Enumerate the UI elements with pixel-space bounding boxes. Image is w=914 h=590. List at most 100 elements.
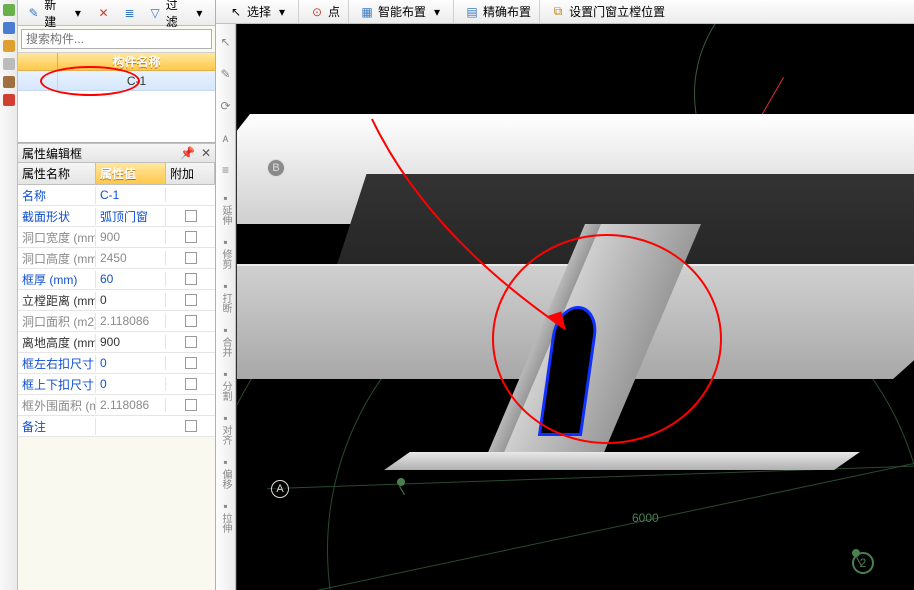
viewport-tool-button[interactable]: ᴀ bbox=[218, 124, 234, 152]
property-name: 离地高度 (mm) bbox=[18, 334, 96, 351]
checkbox-icon[interactable] bbox=[185, 420, 197, 432]
property-row[interactable]: 截面形状弧顶门窗 bbox=[18, 206, 215, 227]
delete-icon: ✕ bbox=[96, 5, 112, 21]
property-name: 框外围面积 (m2 bbox=[18, 397, 96, 414]
palette-brown-icon bbox=[3, 76, 15, 88]
property-value[interactable]: 2.118086 bbox=[96, 314, 166, 328]
viewport-tool-button[interactable]: ▪偏移 bbox=[218, 452, 234, 492]
property-value[interactable]: 2.118086 bbox=[96, 398, 166, 412]
property-row[interactable]: 框外围面积 (m22.118086 bbox=[18, 395, 215, 416]
close-icon[interactable]: ✕ bbox=[201, 146, 211, 160]
floor-edge bbox=[384, 452, 860, 470]
window-pos-icon: ⧉ bbox=[550, 4, 566, 20]
checkbox-icon[interactable] bbox=[185, 294, 197, 306]
property-extra-cell bbox=[166, 315, 215, 327]
precise-layout-label: 精确布置 bbox=[483, 3, 531, 20]
viewport-3d[interactable]: B A 2 6000 bbox=[236, 24, 914, 590]
component-search-input[interactable] bbox=[21, 29, 212, 49]
property-value[interactable]: 900 bbox=[96, 335, 166, 349]
property-row[interactable]: 名称C-1 bbox=[18, 185, 215, 206]
component-list-item[interactable]: C-1 bbox=[18, 71, 215, 91]
property-value[interactable]: 60 bbox=[96, 272, 166, 286]
property-row[interactable]: 框左右扣尺寸 (0 bbox=[18, 353, 215, 374]
grid-point bbox=[852, 549, 860, 557]
property-panel-title: 属性编辑框 bbox=[22, 145, 82, 162]
checkbox-icon[interactable] bbox=[185, 336, 197, 348]
property-name: 立樘距离 (mm) bbox=[18, 292, 96, 309]
viewport-tool-button[interactable]: ✎ bbox=[218, 60, 234, 88]
smart-layout-button[interactable]: ▦ 智能布置 ▾ bbox=[355, 1, 449, 22]
checkbox-icon[interactable] bbox=[185, 210, 197, 222]
axis-label-a: A bbox=[271, 480, 289, 498]
property-row[interactable]: 框上下扣尺寸 (0 bbox=[18, 374, 215, 395]
component-item-label: C-1 bbox=[58, 74, 215, 88]
delete-button[interactable]: ✕ bbox=[92, 3, 116, 23]
tool-icon: ᴀ bbox=[223, 131, 229, 145]
checkbox-icon[interactable] bbox=[185, 315, 197, 327]
checkbox-icon[interactable] bbox=[185, 231, 197, 243]
window-pos-label: 设置门窗立樘位置 bbox=[569, 3, 665, 20]
filter-icon: ▽ bbox=[148, 5, 163, 21]
smart-layout-label: 智能布置 bbox=[378, 3, 426, 20]
viewport-tool-button[interactable]: ▪延伸 bbox=[218, 188, 234, 228]
tool-icon: ↖ bbox=[220, 35, 230, 49]
tool-icon: ▪ bbox=[223, 279, 227, 293]
property-grid: 名称C-1截面形状弧顶门窗洞口宽度 (mm)900洞口高度 (mm)2450框厚… bbox=[18, 185, 215, 437]
checkbox-icon[interactable] bbox=[185, 399, 197, 411]
viewport-tool-button[interactable]: ≡ bbox=[218, 156, 234, 184]
viewport-tool-button[interactable]: ▪对齐 bbox=[218, 408, 234, 448]
viewport-tool-button[interactable]: ▪合并 bbox=[218, 320, 234, 360]
tool-label: 分割 bbox=[218, 381, 233, 401]
point-button[interactable]: ⊙ 点 bbox=[305, 1, 344, 22]
viewport-tool-button[interactable]: ▪修剪 bbox=[218, 232, 234, 272]
property-extra-cell bbox=[166, 420, 215, 432]
property-value[interactable]: 0 bbox=[96, 377, 166, 391]
property-value[interactable]: C-1 bbox=[96, 188, 166, 202]
dropdown-icon: ▾ bbox=[192, 5, 207, 21]
viewport-tool-button[interactable]: ↖ bbox=[218, 28, 234, 56]
viewport-tool-button[interactable]: ▪打断 bbox=[218, 276, 234, 316]
property-row[interactable]: 备注 bbox=[18, 416, 215, 437]
property-value[interactable]: 900 bbox=[96, 230, 166, 244]
property-value[interactable]: 弧顶门窗 bbox=[96, 208, 166, 225]
sort-button[interactable]: ≣ bbox=[118, 3, 142, 23]
point-label: 点 bbox=[328, 3, 340, 20]
property-row[interactable]: 洞口宽度 (mm)900 bbox=[18, 227, 215, 248]
palette-blue-icon bbox=[3, 22, 15, 34]
property-row[interactable]: 立樘距离 (mm)0 bbox=[18, 290, 215, 311]
smart-layout-icon: ▦ bbox=[359, 4, 375, 20]
viewport-tool-button[interactable]: ▪分割 bbox=[218, 364, 234, 404]
property-row[interactable]: 洞口高度 (mm)2450 bbox=[18, 248, 215, 269]
viewport-tool-button[interactable]: ▪拉伸 bbox=[218, 496, 234, 536]
property-row[interactable]: 离地高度 (mm)900 bbox=[18, 332, 215, 353]
tool-label: 合并 bbox=[218, 337, 233, 357]
tool-label: 拉伸 bbox=[218, 513, 233, 533]
property-extra-cell bbox=[166, 273, 215, 285]
tool-icon: ✎ bbox=[220, 67, 230, 81]
property-row[interactable]: 洞口面积 (m2)2.118086 bbox=[18, 311, 215, 332]
checkbox-icon[interactable] bbox=[185, 273, 197, 285]
property-value[interactable]: 2450 bbox=[96, 251, 166, 265]
property-extra-cell bbox=[166, 399, 215, 411]
checkbox-icon[interactable] bbox=[185, 378, 197, 390]
property-name: 备注 bbox=[18, 418, 96, 435]
tool-icon: ▪ bbox=[223, 499, 227, 513]
tool-icon: ⟳ bbox=[220, 99, 230, 113]
palette-red-icon bbox=[3, 94, 15, 106]
tool-label: 修剪 bbox=[218, 249, 233, 269]
set-window-pos-button[interactable]: ⧉ 设置门窗立樘位置 bbox=[546, 1, 669, 22]
property-row[interactable]: 框厚 (mm)60 bbox=[18, 269, 215, 290]
dropdown-icon: ▾ bbox=[274, 4, 290, 20]
viewport-tool-button[interactable]: ⟳ bbox=[218, 92, 234, 120]
checkbox-icon[interactable] bbox=[185, 357, 197, 369]
tool-label: 延伸 bbox=[218, 205, 233, 225]
precise-layout-button[interactable]: ▤ 精确布置 bbox=[460, 1, 535, 22]
pin-icon[interactable]: 📌 bbox=[180, 146, 195, 160]
property-extra-cell bbox=[166, 231, 215, 243]
property-value[interactable]: 0 bbox=[96, 356, 166, 370]
property-value[interactable]: 0 bbox=[96, 293, 166, 307]
property-name: 截面形状 bbox=[18, 208, 96, 225]
select-button[interactable]: ↖ 选择 ▾ bbox=[224, 1, 294, 22]
property-extra-cell bbox=[166, 294, 215, 306]
checkbox-icon[interactable] bbox=[185, 252, 197, 264]
